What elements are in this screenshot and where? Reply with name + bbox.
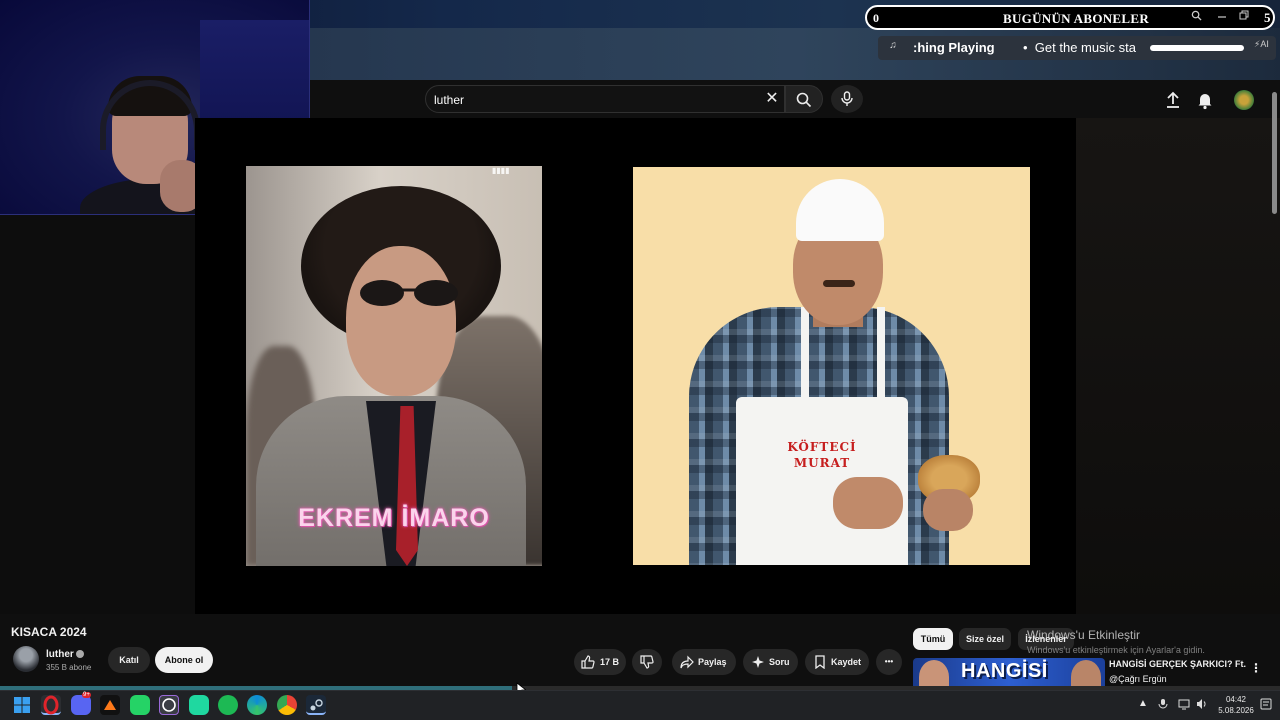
- now-playing-label: :hing Playing: [913, 40, 995, 55]
- left-caption: EKREM İMARO: [298, 504, 490, 532]
- save-button[interactable]: Kaydet: [805, 649, 869, 675]
- like-count: 17 B: [600, 657, 620, 667]
- mustache: [823, 280, 855, 287]
- clear-search-icon[interactable]: ✕: [764, 90, 780, 108]
- spotify-icon[interactable]: [218, 695, 238, 715]
- tray-chevron-icon[interactable]: ▲: [1138, 698, 1148, 709]
- ask-button[interactable]: Soru: [743, 649, 798, 675]
- now-playing-track: Get the music sta: [1034, 40, 1136, 55]
- apron-text: KÖFTECİ MURAT: [736, 439, 908, 471]
- thumbs-down-icon: [640, 655, 654, 669]
- hand: [923, 489, 973, 531]
- windows-activation-title: Windows'u Etkinleştir: [1027, 628, 1140, 642]
- now-playing-widget: ♫ :hing Playing • Get the music sta ⚡AI: [878, 36, 1276, 60]
- clock-time: 04:42: [1225, 695, 1247, 704]
- steam-icon[interactable]: [306, 695, 326, 715]
- opera-gx-icon[interactable]: [41, 695, 61, 715]
- discord-badge: 9+: [82, 692, 91, 698]
- subscribe-button[interactable]: Abone ol: [155, 647, 213, 673]
- next-video-title[interactable]: HANGİSİ GERÇEK ŞARKICI? Ft.: [1109, 659, 1246, 669]
- notifications-bell-icon[interactable]: [1195, 90, 1215, 110]
- whatsapp-icon[interactable]: [130, 695, 150, 715]
- chip-all[interactable]: Tümü: [913, 628, 953, 650]
- user-avatar[interactable]: [1234, 90, 1254, 110]
- dislike-button[interactable]: [632, 649, 662, 675]
- now-playing-bullet: •: [1023, 40, 1028, 55]
- bookmark-icon: [815, 655, 825, 669]
- verified-icon: [76, 650, 84, 658]
- game-app-icon[interactable]: [189, 695, 209, 715]
- share-button[interactable]: Paylaş: [672, 649, 736, 675]
- search-icon: [1191, 10, 1202, 24]
- windows-activation-subtitle: Windows'u etkinleştirmek için Ayarlar'a …: [1027, 645, 1205, 655]
- right-background: [1076, 118, 1280, 614]
- minimize-icon[interactable]: [1217, 10, 1227, 24]
- subscriber-digit: 5: [1264, 10, 1271, 25]
- share-label: Paylaş: [698, 657, 727, 667]
- microphone-icon: [841, 91, 853, 106]
- next-video-menu-icon[interactable]: ⋮: [1250, 661, 1262, 675]
- save-label: Kaydet: [831, 657, 862, 667]
- search-icon: [796, 92, 812, 108]
- restore-icon[interactable]: [1239, 10, 1249, 24]
- apron-strap: [801, 307, 809, 407]
- volume-icon[interactable]: [1196, 698, 1208, 713]
- mic-tray-icon[interactable]: [1158, 698, 1168, 713]
- voice-search-button[interactable]: [831, 85, 863, 113]
- portrait-face: [346, 246, 456, 396]
- clock-date: 5.08.2026: [1218, 706, 1254, 715]
- thumbnail-text: HANGİSİ: [961, 660, 1048, 682]
- hand: [833, 477, 903, 529]
- ai-badge: ⚡AI: [1254, 39, 1269, 49]
- channel-name[interactable]: luther: [46, 649, 74, 660]
- like-button[interactable]: 17 B: [574, 649, 626, 675]
- discord-icon[interactable]: 9+: [71, 692, 91, 715]
- notification-center-icon[interactable]: [1260, 698, 1272, 713]
- apron-line-2: MURAT: [793, 456, 851, 470]
- app-icon[interactable]: [100, 695, 120, 715]
- channel-subscriber-count: 355 B abone: [46, 663, 92, 672]
- sparkle-icon: [752, 656, 764, 668]
- windows-start-icon[interactable]: [12, 695, 32, 715]
- video-watermark: ▮▮▮▮: [492, 166, 510, 175]
- video-title: KISACA 2024: [11, 625, 87, 639]
- screen: 0 BUGÜNÜN ABONELER 5 ♫ :hing Playing • G…: [0, 0, 1280, 720]
- search-input[interactable]: [434, 91, 754, 109]
- video-frame-left-portrait: ▮▮▮▮ EKREM İMARO: [246, 166, 542, 566]
- thumbs-up-icon: [581, 655, 595, 669]
- upload-icon[interactable]: [1163, 90, 1183, 110]
- subscriber-widget: 0 BUGÜNÜN ABONELER 5: [865, 5, 1275, 30]
- left-background: [0, 215, 195, 614]
- apron-strap: [877, 307, 885, 407]
- subscriber-count: 0: [873, 11, 879, 25]
- obs-icon[interactable]: [159, 695, 179, 715]
- page-scrollbar[interactable]: [1272, 92, 1277, 214]
- chip-for-you[interactable]: Size özel: [959, 628, 1011, 650]
- subscriber-title: BUGÜNÜN ABONELER: [1003, 11, 1150, 26]
- edge-icon[interactable]: [247, 695, 267, 715]
- apron-line-1: KÖFTECİ: [787, 440, 857, 454]
- search-box[interactable]: ✕: [425, 85, 785, 113]
- channel-avatar[interactable]: [13, 646, 39, 672]
- now-playing-text: • Get the music sta: [1023, 40, 1136, 55]
- more-actions-button[interactable]: •••: [876, 649, 902, 675]
- sunglasses-icon: [360, 280, 458, 306]
- share-icon: [680, 655, 694, 669]
- chrome-icon[interactable]: [277, 695, 297, 715]
- taskbar-clock[interactable]: 04:42 5.08.2026: [1216, 694, 1256, 716]
- next-video-channel[interactable]: @Çağrı Ergün: [1109, 674, 1167, 684]
- join-button[interactable]: Katıl: [108, 647, 150, 673]
- ask-label: Soru: [769, 657, 790, 667]
- network-icon[interactable]: [1178, 698, 1190, 713]
- chef-hat: [796, 179, 884, 241]
- search-button[interactable]: [785, 85, 823, 113]
- music-note-icon: ♫: [889, 40, 897, 51]
- video-frame-right-portrait: KÖFTECİ MURAT: [633, 167, 1030, 565]
- now-playing-progress: [1150, 45, 1244, 51]
